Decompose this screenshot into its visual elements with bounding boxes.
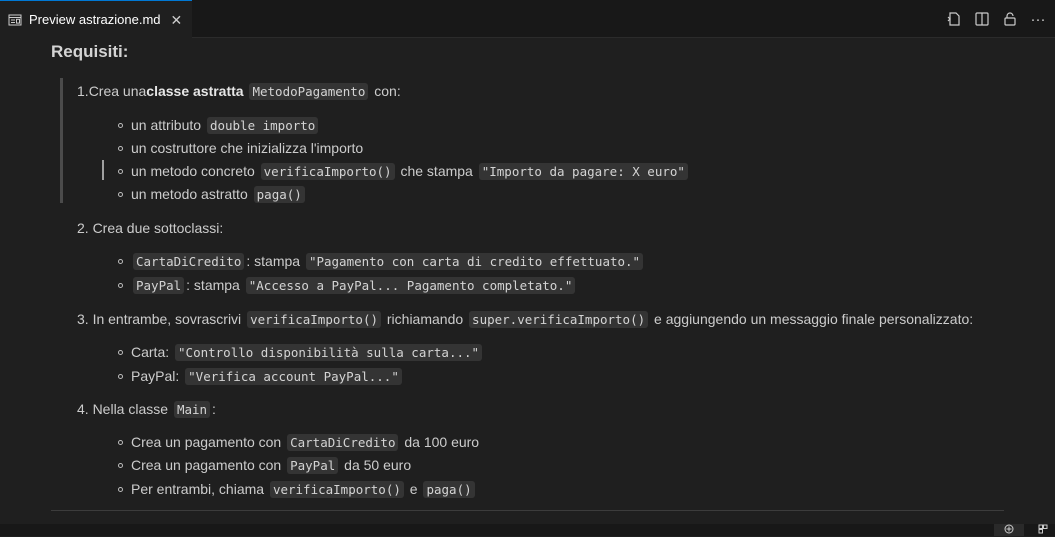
list-item: Carta: "Controllo disponibilità sulla ca… bbox=[118, 341, 484, 363]
bullet-icon bbox=[118, 282, 123, 288]
close-icon[interactable]: ✕ bbox=[171, 13, 183, 27]
bullet-icon bbox=[118, 349, 123, 355]
bullet-icon bbox=[118, 373, 123, 379]
list-item: Crea un pagamento con CartaDiCredito da … bbox=[118, 431, 479, 453]
list-item-2: 2. Crea due sottoclassi: bbox=[77, 220, 224, 236]
markdown-preview: Requisiti: 1. Crea una classe astratta M… bbox=[0, 38, 1055, 524]
bullet-icon bbox=[118, 462, 123, 468]
selection-marker bbox=[60, 78, 63, 203]
preview-icon bbox=[8, 14, 22, 25]
open-source-icon[interactable] bbox=[945, 10, 963, 28]
list-item: Crea un pagamento con PayPal da 50 euro bbox=[118, 454, 411, 476]
list-item: PayPal: "Verifica account PayPal..." bbox=[118, 365, 404, 387]
bullet-icon bbox=[118, 258, 123, 264]
list-item-4: 4. Nella classe Main: bbox=[77, 400, 216, 418]
zoom-icon[interactable] bbox=[994, 524, 1024, 536]
list-item: un metodo astratto paga() bbox=[118, 183, 307, 205]
bullet-icon bbox=[118, 486, 123, 492]
list-item: un attributo double importo bbox=[118, 114, 320, 136]
tab-preview-astrazione[interactable]: Preview astrazione.md ✕ bbox=[0, 0, 192, 38]
split-editor-icon[interactable] bbox=[973, 10, 991, 28]
editor-toolbar: ··· bbox=[945, 0, 1055, 38]
list-item-3: 3. In entrambe, sovrascrivi verificaImpo… bbox=[77, 310, 974, 328]
list-item: un costruttore che inizializza l'importo bbox=[118, 137, 363, 159]
accounts-icon[interactable] bbox=[1028, 524, 1055, 536]
bullet-icon bbox=[118, 439, 123, 445]
list-item: Per entrambi, chiama verificaImporto() e… bbox=[118, 478, 477, 500]
bullet-icon bbox=[118, 191, 123, 197]
cursor-marker bbox=[102, 160, 104, 180]
bullet-icon bbox=[118, 145, 123, 151]
page-title: Requisiti: bbox=[51, 42, 129, 61]
editor-tab-bar: Preview astrazione.md ✕ ··· bbox=[0, 0, 1055, 38]
list-item: un metodo concreto verificaImporto() che… bbox=[118, 160, 690, 182]
list-item: PayPal: stampa "Accesso a PayPal... Paga… bbox=[118, 274, 577, 296]
divider bbox=[51, 510, 1004, 511]
tab-title: Preview astrazione.md bbox=[29, 12, 161, 27]
bullet-icon bbox=[118, 168, 123, 174]
lock-icon[interactable] bbox=[1001, 10, 1019, 28]
more-actions-icon[interactable]: ··· bbox=[1029, 10, 1047, 28]
bullet-icon bbox=[118, 122, 123, 128]
list-item: CartaDiCredito: stampa "Pagamento con ca… bbox=[118, 250, 645, 272]
status-bar bbox=[0, 524, 1055, 536]
list-item-1: 1. Crea una classe astratta MetodoPagame… bbox=[77, 82, 401, 100]
